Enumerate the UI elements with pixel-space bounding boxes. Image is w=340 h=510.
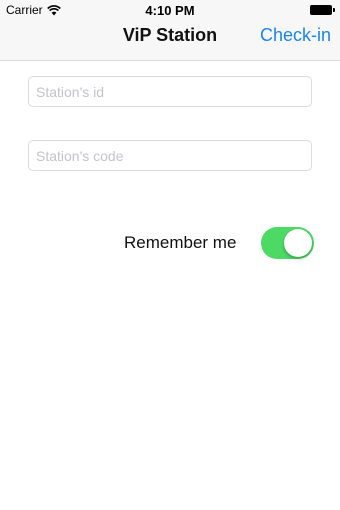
- app-screen: Carrier 4:10 PM ViP Station Check-in Rem…: [0, 0, 340, 510]
- status-time: 4:10 PM: [145, 3, 195, 18]
- status-bar: Carrier 4:10 PM: [0, 0, 340, 20]
- toggle-knob[interactable]: [284, 229, 312, 257]
- check-in-button[interactable]: Check-in: [260, 25, 331, 46]
- navigation-bar: ViP Station Check-in: [0, 20, 340, 61]
- station-id-input[interactable]: [28, 76, 312, 107]
- station-code-input[interactable]: [28, 140, 312, 171]
- battery-icon: [310, 5, 335, 15]
- remember-me-label: Remember me: [124, 233, 237, 252]
- remember-me-toggle[interactable]: [261, 227, 314, 259]
